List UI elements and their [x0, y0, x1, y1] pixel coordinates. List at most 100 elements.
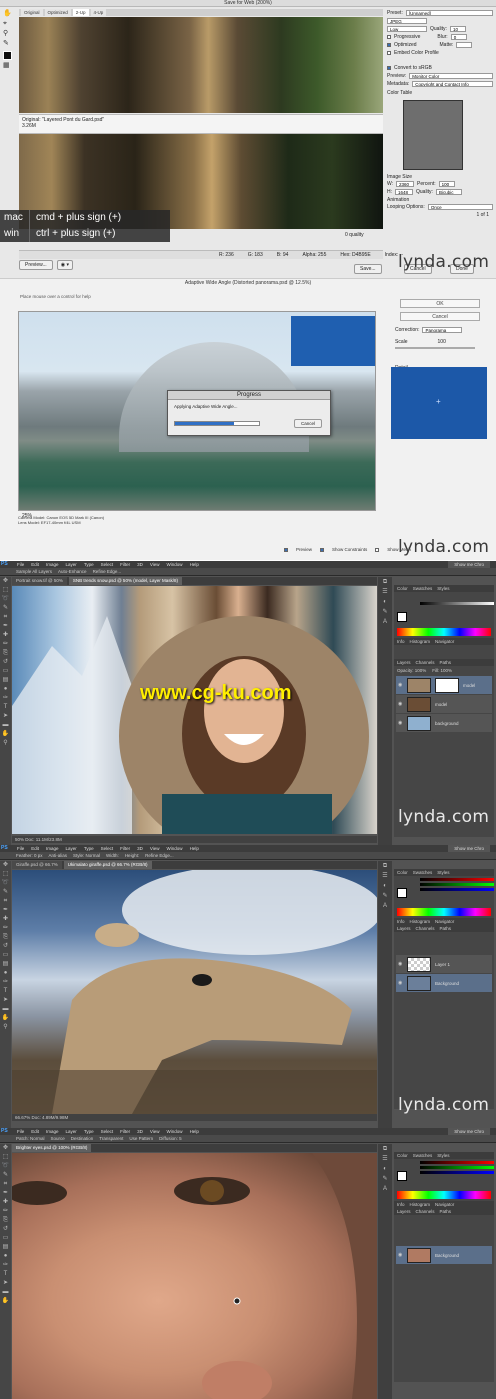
tab-channels[interactable]: Channels	[416, 659, 435, 666]
looping-select[interactable]: Once	[427, 203, 493, 210]
gradient-tool-icon[interactable]: ▤	[0, 676, 11, 685]
character-panel-icon[interactable]: A	[378, 901, 392, 911]
diffusion-option[interactable]: Diffusion: 5	[159, 1135, 181, 1142]
workspace-select[interactable]: Show me Chro	[448, 845, 490, 852]
opacity-field[interactable]: Opacity: 100%	[397, 668, 426, 673]
scale-value[interactable]: 100	[438, 339, 446, 345]
menu-3d[interactable]: 3D	[137, 845, 143, 852]
adjustments-panel-icon[interactable]: ◐	[378, 597, 392, 607]
refine-edge-button[interactable]: Refine Edge...	[145, 852, 174, 859]
transparent-option[interactable]: Transparent	[99, 1135, 123, 1142]
healing-tool-icon[interactable]: ✚	[0, 915, 11, 924]
color-spectrum[interactable]	[397, 628, 491, 636]
eraser-tool-icon[interactable]: ▭	[0, 667, 11, 676]
menu-type[interactable]: Type	[84, 845, 94, 852]
menu-type[interactable]: Type	[84, 1128, 94, 1135]
color-spectrum[interactable]	[397, 1191, 491, 1199]
tab-channels[interactable]: Channels	[416, 925, 435, 932]
eyedropper-color-swatch[interactable]	[3, 51, 12, 60]
brush-panel-icon[interactable]: ✎	[378, 1174, 392, 1184]
menu-file[interactable]: File	[17, 1128, 24, 1135]
menu-layer[interactable]: Layer	[66, 1128, 77, 1135]
scale-slider[interactable]	[395, 347, 475, 349]
menu-image[interactable]: Image	[46, 1128, 59, 1135]
tab-histogram[interactable]: Histogram	[410, 1201, 431, 1208]
matte-select[interactable]	[456, 41, 473, 48]
tab-layers[interactable]: Layers	[397, 925, 411, 932]
workspace-select[interactable]: Show me Chro	[448, 1128, 490, 1135]
use-pattern-button[interactable]: Use Pattern	[129, 1135, 153, 1142]
marquee-tool-icon[interactable]: ⬚	[0, 870, 11, 879]
tab-color[interactable]: Color	[397, 1152, 408, 1159]
blur-input[interactable]: 0	[450, 33, 467, 40]
compression-select[interactable]: Low	[387, 25, 427, 32]
green-slider[interactable]	[420, 883, 494, 886]
stamp-tool-icon[interactable]: ⎘	[0, 933, 11, 942]
crop-tool-icon[interactable]: ⌗	[0, 1180, 11, 1189]
blue-slider[interactable]	[420, 888, 494, 891]
quick-select-icon[interactable]: ✎	[0, 888, 11, 897]
marquee-tool-icon[interactable]: ⬚	[0, 586, 11, 595]
source-option[interactable]: Source	[51, 1135, 65, 1142]
original-preview-image[interactable]	[19, 17, 383, 113]
shape-tool-icon[interactable]: ▬	[0, 1288, 11, 1297]
preview-button[interactable]: Preview...	[19, 260, 53, 270]
save-button[interactable]: Save...	[354, 264, 382, 274]
correction-select[interactable]: Panorama	[422, 327, 463, 333]
menu-help[interactable]: Help	[190, 1128, 199, 1135]
patch-mode-option[interactable]: Patch: Normal	[16, 1135, 45, 1142]
ok-button[interactable]: OK	[400, 299, 480, 308]
constraints-checkbox[interactable]	[320, 547, 325, 552]
lasso-tool-icon[interactable]: ➰	[0, 879, 11, 888]
menu-window[interactable]: Window	[167, 561, 183, 568]
visibility-eye-icon[interactable]: ◉	[398, 1252, 403, 1258]
layer-row[interactable]: ◉ model	[396, 695, 492, 713]
menu-view[interactable]: View	[150, 845, 160, 852]
preset-select[interactable]: [Unnamed]	[405, 9, 493, 16]
menu-view[interactable]: View	[150, 561, 160, 568]
feather-option[interactable]: Feather: 0 px	[16, 852, 43, 859]
tab-styles[interactable]: Styles	[437, 1152, 449, 1159]
metadata-select[interactable]: Copyright and Contact Info	[412, 80, 493, 87]
menu-edit[interactable]: Edit	[31, 845, 39, 852]
tab-4up[interactable]: 4-Up	[90, 9, 107, 16]
type-tool-icon[interactable]: T	[0, 1270, 11, 1279]
red-slider[interactable]	[420, 878, 494, 881]
history-panel-icon[interactable]: ⧉	[378, 1144, 392, 1154]
quality-input[interactable]: 10	[449, 25, 466, 32]
gray-slider[interactable]	[420, 602, 494, 605]
tab-paths[interactable]: Paths	[440, 925, 452, 932]
path-select-icon[interactable]: ➤	[0, 1279, 11, 1288]
menu-image[interactable]: Image	[46, 845, 59, 852]
resample-select[interactable]: Bicubic	[435, 188, 462, 195]
layer-row[interactable]: ◉ Background	[396, 974, 492, 992]
dodge-tool-icon[interactable]: ●	[0, 969, 11, 978]
layer-row[interactable]: ◉ background	[396, 714, 492, 732]
foreground-swatch[interactable]	[397, 888, 407, 898]
history-brush-icon[interactable]: ↺	[0, 1225, 11, 1234]
zoom-tool-icon[interactable]: ⚲	[0, 1023, 11, 1032]
pen-tool-icon[interactable]: ✑	[0, 694, 11, 703]
mesh-checkbox[interactable]	[375, 547, 380, 552]
lasso-tool-icon[interactable]: ➰	[0, 1162, 11, 1171]
dodge-tool-icon[interactable]: ●	[0, 1252, 11, 1261]
properties-panel-icon[interactable]: ☰	[378, 587, 392, 597]
tab-styles[interactable]: Styles	[437, 585, 449, 592]
face-canvas[interactable]	[12, 1153, 377, 1399]
brush-tool-icon[interactable]: ✏	[0, 1207, 11, 1216]
tab-navigator[interactable]: Navigator	[435, 918, 454, 925]
path-select-icon[interactable]: ➤	[0, 996, 11, 1005]
menu-window[interactable]: Window	[167, 1128, 183, 1135]
progressive-checkbox[interactable]	[387, 34, 391, 39]
type-tool-icon[interactable]: T	[0, 703, 11, 712]
menu-file[interactable]: File	[17, 561, 24, 568]
eraser-tool-icon[interactable]: ▭	[0, 951, 11, 960]
zoom-tool-icon[interactable]: ⚲	[0, 739, 11, 748]
doc-tab-1[interactable]: Portrait snow.tif @ 50%	[12, 577, 67, 585]
healing-tool-icon[interactable]: ✚	[0, 631, 11, 640]
height-option[interactable]: Height:	[125, 852, 139, 859]
eyedropper-icon[interactable]: ✒	[0, 622, 11, 631]
pen-tool-icon[interactable]: ✑	[0, 978, 11, 987]
tab-color[interactable]: Color	[397, 585, 408, 592]
green-slider[interactable]	[420, 1166, 494, 1169]
